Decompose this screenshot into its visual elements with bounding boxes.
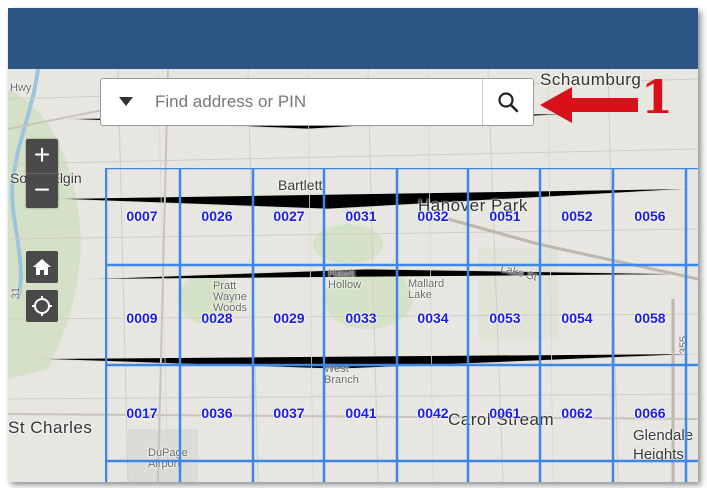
home-icon — [33, 259, 51, 275]
place-label-hwy: Hwy — [10, 82, 32, 94]
home-button[interactable] — [26, 251, 58, 283]
route-label-31: 31 — [10, 286, 23, 300]
pin-grid-cell-0027[interactable]: 0027 — [273, 208, 304, 224]
pin-grid-cell-0026[interactable]: 0026 — [201, 208, 232, 224]
pin-grid-cell-0028[interactable]: 0028 — [201, 310, 232, 326]
search-input[interactable] — [151, 79, 482, 125]
pin-grid-cell-0033[interactable]: 0033 — [345, 310, 376, 326]
pin-grid-cell-0061[interactable]: 0061 — [489, 405, 520, 421]
place-label-st-charles: St Charles — [8, 418, 93, 437]
search-source-dropdown[interactable] — [101, 79, 151, 125]
search-widget — [100, 78, 534, 126]
zoom-control: + − — [26, 139, 58, 208]
app-header-bar — [8, 8, 698, 69]
pin-grid-overlay — [105, 168, 698, 482]
pin-grid-cell-0032[interactable]: 0032 — [417, 208, 448, 224]
zoom-out-button[interactable]: − — [26, 173, 58, 208]
pin-grid-cell-0036[interactable]: 0036 — [201, 405, 232, 421]
pin-grid-cell-0034[interactable]: 0034 — [417, 310, 448, 326]
plus-icon: + — [33, 139, 51, 170]
app-window: Schaumburg Hwy South Elgin Bartlett Hano… — [8, 8, 698, 482]
locate-icon — [32, 296, 52, 316]
pin-grid-cell-0056[interactable]: 0056 — [634, 208, 665, 224]
pin-grid-cell-0053[interactable]: 0053 — [489, 310, 520, 326]
arrow-left-icon — [540, 87, 638, 123]
pin-grid-cell-0058[interactable]: 0058 — [634, 310, 665, 326]
magnifier-icon — [498, 92, 519, 113]
map-view[interactable]: Schaumburg Hwy South Elgin Bartlett Hano… — [8, 69, 698, 482]
pin-grid-cell-0062[interactable]: 0062 — [561, 405, 592, 421]
search-button[interactable] — [482, 79, 533, 125]
zoom-in-button[interactable]: + — [26, 139, 58, 173]
annotation-number: 1 — [641, 70, 674, 124]
pin-grid-cell-0007[interactable]: 0007 — [126, 208, 157, 224]
minus-icon: − — [33, 174, 51, 205]
pin-grid-cell-0029[interactable]: 0029 — [273, 310, 304, 326]
pin-grid-cell-0031[interactable]: 0031 — [345, 208, 376, 224]
pin-grid-cell-0042[interactable]: 0042 — [417, 405, 448, 421]
locate-button[interactable] — [26, 290, 58, 322]
pin-grid-cell-0066[interactable]: 0066 — [634, 405, 665, 421]
pin-grid-cell-0017[interactable]: 0017 — [126, 405, 157, 421]
pin-grid-cell-0051[interactable]: 0051 — [489, 208, 520, 224]
pin-grid-cell-0037[interactable]: 0037 — [273, 405, 304, 421]
pin-grid-cell-0041[interactable]: 0041 — [345, 405, 376, 421]
pin-grid-cell-0052[interactable]: 0052 — [561, 208, 592, 224]
pin-grid-cell-0054[interactable]: 0054 — [561, 310, 592, 326]
caret-down-icon — [119, 97, 133, 106]
pin-grid-cell-0009[interactable]: 0009 — [126, 310, 157, 326]
